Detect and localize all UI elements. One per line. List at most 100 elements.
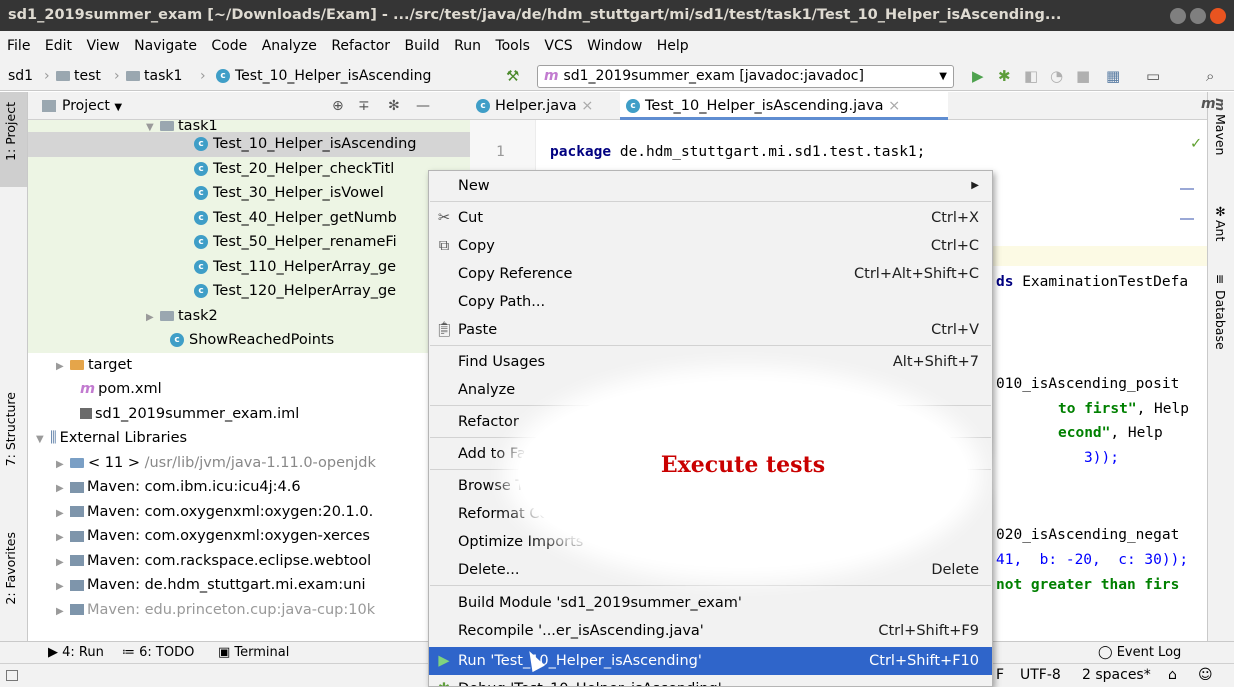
tree-item-showreachedpoints[interactable]: c ShowReachedPoints	[28, 328, 470, 353]
menu-navigate[interactable]: Navigate	[134, 38, 197, 54]
menu-view[interactable]: View	[86, 38, 119, 54]
tree-item-lib[interactable]: ▶ Maven: de.hdm_stuttgart.mi.exam:uni	[28, 573, 470, 598]
indent-setting[interactable]: 2 spaces*	[1082, 664, 1151, 687]
menu-refactor[interactable]: Refactor	[331, 38, 390, 54]
tool-run[interactable]: ▶ 4: Run	[48, 642, 104, 663]
tree-item-task1[interactable]: ▼ task1	[28, 120, 470, 133]
menu-help[interactable]: Help	[657, 38, 689, 54]
tool-project[interactable]: 1: Project	[3, 102, 18, 161]
tree-item-test50[interactable]: c Test_50_Helper_renameFi	[28, 230, 470, 255]
run-configuration-select[interactable]: m sd1_2019summer_exam [javadoc:javadoc] ▼	[537, 65, 954, 88]
project-structure-icon[interactable]: ▦	[1106, 67, 1120, 85]
tree-item-test120[interactable]: c Test_120_HelperArray_ge	[28, 279, 470, 304]
debug-icon[interactable]: ✱	[998, 67, 1011, 85]
menu-item-label: Cut	[458, 210, 483, 226]
close-icon[interactable]: ×	[888, 98, 900, 114]
menu-item-shortcut: Ctrl+Alt+Shift+C	[854, 266, 979, 282]
menu-item-build-module[interactable]: Build Module 'sd1_2019summer_exam'	[429, 589, 992, 617]
menu-item-label: Run 'Test_10_Helper_isAscending'	[458, 653, 702, 669]
menu-item-recompile[interactable]: Recompile '...er_isAscending.java' Ctrl+S…	[429, 617, 992, 645]
stop-icon[interactable]: ■	[1076, 67, 1090, 85]
hide-icon[interactable]: —	[416, 92, 430, 120]
tree-item-label: Maven: com.oxygenxml:oxygen:20.1.0.	[87, 503, 374, 520]
file-encoding[interactable]: UTF-8	[1020, 664, 1061, 687]
menu-item-copy[interactable]: ⧉ Copy Ctrl+C	[429, 232, 992, 260]
tree-item-task2[interactable]: ▶ task2	[28, 303, 470, 328]
menu-item-copy-path[interactable]: Copy Path...	[429, 288, 992, 316]
menu-item-find-usages[interactable]: Find Usages Alt+Shift+7	[429, 348, 992, 376]
breadcrumb-project[interactable]: sd1	[8, 61, 33, 91]
library-icon	[70, 604, 84, 615]
tool-favorites[interactable]: 2: Favorites	[3, 532, 18, 605]
tool-ant[interactable]: Ant	[1213, 220, 1228, 241]
tree-item-lib[interactable]: ▶ Maven: com.ibm.icu:icu4j:4.6	[28, 475, 470, 500]
tree-item-iml[interactable]: sd1_2019summer_exam.iml	[28, 402, 470, 427]
tool-event-log[interactable]: ◯ Event Log	[1098, 642, 1181, 663]
tool-todo[interactable]: ≔ 6: TODO	[122, 642, 194, 663]
run-icon[interactable]: ▶	[972, 67, 984, 85]
terminal-icon[interactable]: ▭	[1146, 67, 1160, 85]
tree-item-lib[interactable]: ▶ Maven: com.rackspace.eclipse.webtool	[28, 549, 470, 574]
breadcrumb-test[interactable]: test	[56, 61, 101, 91]
tool-terminal[interactable]: ▣ Terminal	[218, 642, 289, 663]
project-view-select[interactable]: Project ▼	[62, 92, 122, 122]
maximize-button[interactable]	[1190, 8, 1206, 24]
tree-item-external-libraries[interactable]: ▼ ⫼ External Libraries	[28, 426, 470, 451]
project-view-label: Project	[62, 98, 110, 114]
tree-item-test40[interactable]: c Test_40_Helper_getNumb	[28, 205, 470, 230]
menu-code[interactable]: Code	[211, 38, 247, 54]
tree-item-pom[interactable]: m pom.xml	[28, 377, 470, 402]
class-icon: c	[216, 69, 230, 83]
tree-item-test30[interactable]: c Test_30_Helper_isVowel	[28, 181, 470, 206]
menu-item-paste[interactable]: 📋︎ Paste Ctrl+V	[429, 316, 992, 344]
inspector-icon[interactable]: ☺	[1198, 664, 1213, 687]
tree-item-jdk[interactable]: ▶ < 11 > /usr/lib/jvm/java-1.11.0-openjdk	[28, 451, 470, 476]
menu-run[interactable]: Run	[454, 38, 481, 54]
gear-icon[interactable]: ✻	[388, 92, 400, 120]
locate-icon[interactable]: ⊕	[332, 92, 344, 120]
profile-icon[interactable]: ◔	[1050, 67, 1063, 85]
tree-item-lib[interactable]: ▶ Maven: com.oxygenxml:oxygen:20.1.0.	[28, 500, 470, 525]
menu-item-new[interactable]: New ▶	[429, 172, 992, 200]
tree-item-test20[interactable]: c Test_20_Helper_checkTitl	[28, 156, 470, 181]
breadcrumb-file[interactable]: c Test_10_Helper_isAscending	[216, 61, 431, 91]
breadcrumb-task1[interactable]: task1	[126, 61, 182, 91]
line-separator[interactable]: F	[996, 664, 1004, 687]
tool-terminal-label: Terminal	[234, 645, 290, 660]
close-icon[interactable]: ×	[581, 98, 593, 114]
tool-database[interactable]: Database	[1213, 290, 1228, 350]
tree-item-label: Test_40_Helper_getNumb	[213, 209, 397, 226]
lock-icon[interactable]: ⌂	[1168, 664, 1177, 687]
menu-vcs[interactable]: VCS	[544, 38, 572, 54]
collapse-icon[interactable]: ∓	[358, 92, 370, 120]
menu-build[interactable]: Build	[405, 38, 440, 54]
search-icon[interactable]: ⌕	[1206, 67, 1214, 85]
tool-structure[interactable]: 7: Structure	[3, 392, 18, 466]
menu-edit[interactable]: Edit	[45, 38, 72, 54]
coverage-icon[interactable]: ◧	[1024, 67, 1038, 85]
tree-item-label: Test_10_Helper_isAscending	[213, 136, 417, 152]
menu-file[interactable]: File	[7, 38, 30, 54]
close-button[interactable]	[1210, 8, 1226, 24]
tree-item-test10[interactable]: c Test_10_Helper_isAscending	[28, 132, 470, 157]
code-line: 3));	[996, 448, 1119, 468]
tree-item-target[interactable]: ▶ target	[28, 353, 470, 378]
layout-icon[interactable]	[6, 670, 18, 681]
tree-item-lib[interactable]: ▶ Maven: edu.princeton.cup:java-cup:10k	[28, 598, 470, 623]
minimize-button[interactable]	[1170, 8, 1186, 24]
menu-item-cut[interactable]: ✂ Cut Ctrl+X	[429, 204, 992, 232]
menu-item-copy-reference[interactable]: Copy Reference Ctrl+Alt+Shift+C	[429, 260, 992, 288]
menu-window[interactable]: Window	[587, 38, 642, 54]
maven-icon: m	[80, 381, 96, 397]
menu-item-debug-test[interactable]: ✱ Debug 'Test_10_Helper_isAscending'	[429, 675, 992, 686]
menu-tools[interactable]: Tools	[495, 38, 530, 54]
tab-test10[interactable]: c Test_10_Helper_isAscending.java ×	[620, 92, 948, 120]
build-hammer-icon[interactable]: ⚒	[506, 67, 519, 85]
tree-item-test110[interactable]: c Test_110_HelperArray_ge	[28, 254, 470, 279]
code-text: , Help	[1136, 401, 1189, 417]
tab-helper[interactable]: c Helper.java ×	[470, 92, 618, 120]
tree-item-lib[interactable]: ▶ Maven: com.oxygenxml:oxygen-xerces	[28, 524, 470, 549]
tool-maven[interactable]: Maven	[1213, 114, 1228, 155]
menu-item-run-test[interactable]: ▶ Run 'Test_10_Helper_isAscending' Ctrl+Sh…	[429, 647, 992, 675]
menu-analyze[interactable]: Analyze	[262, 38, 317, 54]
